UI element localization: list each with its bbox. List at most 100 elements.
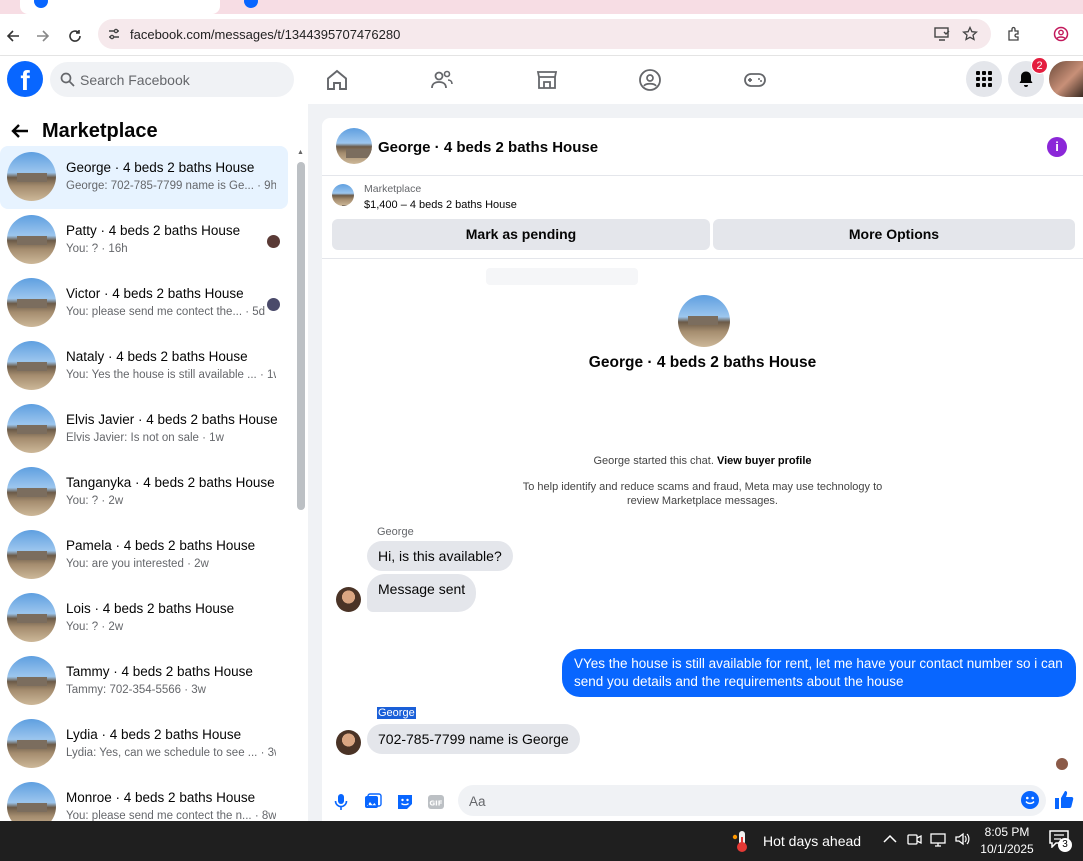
conversation-preview: You: ? · 16h — [66, 243, 128, 255]
gif-icon: GIF — [428, 795, 444, 809]
chat-panel: George · 4 beds 2 baths House i Marketpl… — [322, 118, 1083, 821]
conversation-item[interactable]: Victor · 4 beds 2 baths House You: pleas… — [0, 272, 288, 335]
volume-icon[interactable] — [954, 831, 970, 847]
conversation-item[interactable]: Pamela · 4 beds 2 baths House You: are y… — [0, 524, 288, 587]
more-options-button[interactable]: More Options — [713, 219, 1075, 250]
sidebar-title: Marketplace — [42, 119, 158, 142]
browser-tab-messenger[interactable] — [20, 0, 220, 14]
sender-name-selected: George — [377, 707, 416, 719]
message-bubble[interactable]: 702-785-7799 name is George — [367, 724, 580, 754]
menu-button[interactable] — [966, 61, 1002, 97]
photo-icon — [365, 793, 382, 808]
marketplace-inbox-sidebar: Marketplace George · 4 beds 2 baths Hous… — [0, 104, 308, 821]
install-app-icon[interactable] — [934, 26, 950, 42]
conversation-item[interactable]: Tammy · 4 beds 2 baths House Tammy: 702-… — [0, 650, 288, 713]
chevron-up-icon[interactable] — [882, 831, 898, 847]
listing-thumbnail — [7, 719, 56, 768]
conversation-name: George · 4 beds 2 baths House — [66, 160, 255, 175]
conversation-preview: You: are you interested · 2w — [66, 558, 209, 570]
scroll-up-arrow-icon[interactable]: ▲ — [297, 149, 304, 156]
chat-avatar[interactable] — [336, 128, 372, 164]
chat-profile-avatar[interactable] — [678, 295, 730, 347]
gaming-icon[interactable] — [743, 68, 767, 92]
network-icon[interactable] — [930, 831, 946, 847]
outgoing-message-bubble[interactable]: VYes the house is still available for re… — [562, 649, 1076, 697]
meet-now-icon[interactable] — [906, 831, 922, 847]
smiley-face-icon — [1025, 796, 1035, 805]
account-avatar[interactable] — [1049, 61, 1083, 97]
listing-thumbnail — [7, 341, 56, 390]
emoji-icon[interactable] — [1021, 791, 1039, 809]
profile-icon[interactable] — [1053, 26, 1069, 42]
listing-thumbnail — [7, 782, 56, 821]
conversation-item[interactable]: Lois · 4 beds 2 baths House You: ? · 2w — [0, 587, 288, 650]
home-icon[interactable] — [325, 68, 349, 92]
conversation-item[interactable]: Monroe · 4 beds 2 baths House You: pleas… — [0, 776, 288, 821]
divider — [322, 258, 1083, 259]
faded-placeholder — [486, 268, 638, 285]
conversation-item[interactable]: Patty · 4 beds 2 baths House You: ? · 16… — [0, 209, 288, 272]
voice-clip-button[interactable] — [331, 792, 351, 812]
conversation-name: Patty · 4 beds 2 baths House — [66, 223, 241, 238]
sticker-button[interactable] — [395, 792, 415, 812]
forward-button[interactable] — [32, 25, 54, 47]
action-center-button[interactable]: 3 — [1049, 830, 1072, 852]
conversation-preview: You: Yes the house is still available ..… — [66, 369, 276, 381]
mark-as-pending-button[interactable]: Mark as pending — [332, 219, 710, 250]
conversation-item[interactable]: Elvis Javier · 4 beds 2 baths House Elvi… — [0, 398, 288, 461]
conversation-item[interactable]: Tanganyka · 4 beds 2 baths House You: ? … — [0, 461, 288, 524]
conversation-preview: You: ? · 2w — [66, 621, 124, 633]
weather-widget[interactable]: Hot days ahead — [732, 829, 861, 853]
marketplace-label: Marketplace — [364, 183, 422, 195]
address-bar[interactable]: facebook.com/messages/t/1344395707476280 — [98, 19, 991, 49]
search-input[interactable]: Search Facebook — [50, 62, 294, 97]
read-receipt-avatar — [267, 235, 280, 248]
conversation-item[interactable]: Lydia · 4 beds 2 baths House Lydia: Yes,… — [0, 713, 288, 776]
conversation-name: Pamela · 4 beds 2 baths House — [66, 538, 256, 553]
extensions-icon[interactable] — [1006, 26, 1022, 42]
microphone-icon — [334, 794, 348, 810]
conversation-name: Monroe · 4 beds 2 baths House — [66, 790, 256, 805]
site-settings-icon[interactable] — [107, 27, 121, 41]
menu-grid-icon — [976, 71, 992, 87]
back-button[interactable] — [2, 25, 24, 47]
message-input[interactable]: Aa — [458, 785, 1046, 816]
info-icon[interactable]: i — [1047, 137, 1067, 157]
conversation-item[interactable]: George · 4 beds 2 baths House George: 70… — [0, 146, 288, 209]
groups-icon[interactable] — [638, 68, 662, 92]
marketplace-icon[interactable] — [535, 68, 559, 92]
gif-button[interactable]: GIF — [426, 792, 446, 812]
like-button[interactable] — [1054, 790, 1074, 810]
reload-button[interactable] — [64, 25, 86, 47]
clock[interactable]: 8:05 PM 10/1/2025 — [978, 824, 1036, 858]
sidebar-scrollbar[interactable] — [297, 162, 305, 510]
conversation-item[interactable]: Nataly · 4 beds 2 baths House You: Yes t… — [0, 335, 288, 398]
message-bubble[interactable]: Message sent — [367, 574, 477, 612]
facebook-logo-icon[interactable]: f — [7, 61, 43, 97]
scam-notice: To help identify and reduce scams and fr… — [522, 481, 883, 507]
svg-text:GIF: GIF — [429, 800, 442, 808]
browser-toolbar: facebook.com/messages/t/1344395707476280 — [0, 14, 1083, 56]
attach-photo-button[interactable] — [363, 792, 383, 812]
conversation-preview: George: 702-785-7799 name is Ge... · 9h — [66, 180, 276, 192]
back-arrow-icon[interactable] — [10, 121, 30, 141]
view-buyer-profile-link[interactable]: View buyer profile — [717, 455, 812, 467]
message-bubble[interactable]: Hi, is this available? — [367, 541, 513, 571]
taskbar: Hot days ahead 8:05 PM 10/1/2025 3 — [0, 821, 1083, 861]
search-icon — [60, 72, 75, 87]
facebook-top-bar: f Search Facebook 2 — [0, 56, 1083, 104]
conversation-preview: Tammy: 702-354-5566 · 3w — [66, 684, 206, 696]
listing-thumbnail — [7, 593, 56, 642]
clock-time: 8:05 PM — [984, 825, 1030, 839]
bell-icon — [1019, 71, 1033, 87]
read-receipt-avatar — [267, 298, 280, 311]
thumbs-up-icon — [1055, 791, 1074, 809]
chat-title[interactable]: George · 4 beds 2 baths House — [378, 139, 598, 156]
listing-thumbnail — [7, 278, 56, 327]
facebook-tab-icon — [244, 0, 258, 8]
clock-date: 10/1/2025 — [980, 842, 1034, 856]
friends-icon[interactable] — [430, 68, 454, 92]
browser-tab-strip — [0, 0, 1083, 14]
bookmark-star-icon[interactable] — [962, 26, 978, 42]
browser-tab-marketplace[interactable] — [232, 0, 432, 14]
